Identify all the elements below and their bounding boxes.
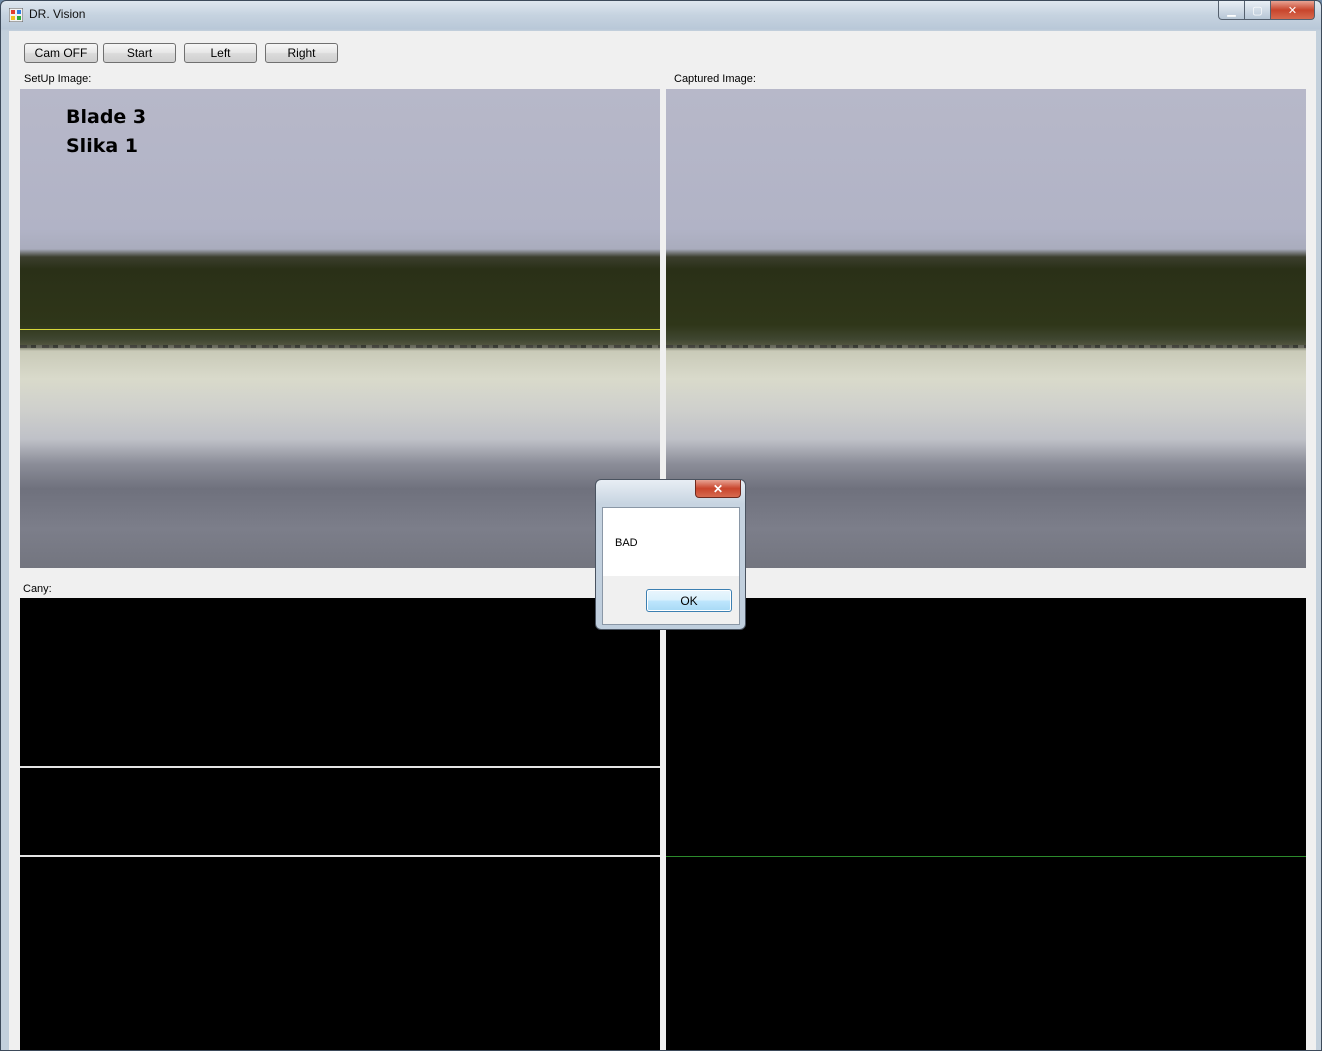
dialog-close-button[interactable]: ✕: [695, 480, 741, 498]
close-button[interactable]: ✕: [1271, 1, 1315, 20]
reference-line: [20, 329, 660, 330]
captured-image-label: Captured Image:: [674, 73, 756, 85]
dialog-message-area: BAD: [603, 508, 739, 576]
edge-line-upper: [20, 766, 660, 768]
edge-line-lower: [20, 855, 660, 857]
app-icon: [9, 8, 23, 22]
cany-captured-image: [666, 598, 1306, 1050]
left-button[interactable]: Left: [184, 43, 257, 63]
blade-edge-texture: [666, 345, 1306, 348]
edge-line-difference: [666, 856, 1306, 857]
close-icon: ✕: [1287, 4, 1298, 17]
caption-buttons: ▁ ▢ ✕: [1218, 1, 1315, 21]
main-window: DR. Vision ▁ ▢ ✕ Cam OFF Start Left Righ…: [0, 0, 1322, 1051]
maximize-icon: ▢: [1252, 4, 1263, 17]
cany-label: Cany:: [23, 583, 52, 595]
right-button[interactable]: Right: [265, 43, 338, 63]
dialog-message: BAD: [615, 537, 638, 549]
setup-image: Blade 3 Slika 1: [20, 89, 660, 568]
title-bar[interactable]: DR. Vision ▁ ▢ ✕: [1, 1, 1321, 29]
window-title: DR. Vision: [29, 7, 86, 21]
minimize-button[interactable]: ▁: [1218, 1, 1245, 20]
image-number-label: Slika 1: [66, 135, 139, 157]
setup-image-label: SetUp Image:: [24, 73, 92, 85]
blade-label: Blade 3: [66, 106, 147, 128]
blade-edge-texture: [20, 345, 660, 348]
minimize-icon: ▁: [1227, 4, 1236, 17]
cam-off-button[interactable]: Cam OFF: [24, 43, 98, 63]
start-button[interactable]: Start: [103, 43, 176, 63]
maximize-button[interactable]: ▢: [1245, 1, 1271, 20]
message-box: ✕ BAD OK: [595, 479, 746, 630]
cany-setup-image: [20, 598, 660, 1050]
dialog-body: BAD OK: [602, 507, 740, 625]
close-icon: ✕: [712, 481, 724, 496]
ok-button[interactable]: OK: [646, 589, 732, 612]
captured-image: [666, 89, 1306, 568]
